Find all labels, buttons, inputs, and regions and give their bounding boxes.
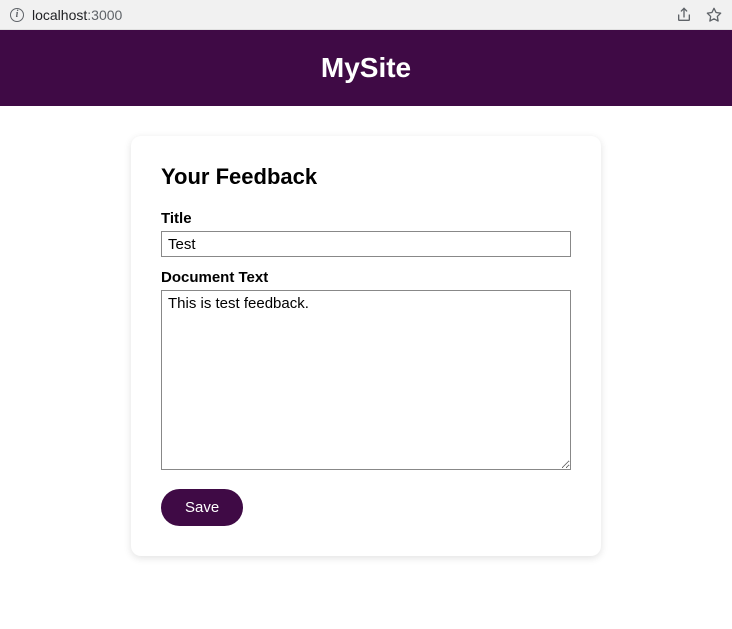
info-icon: i [10, 8, 24, 22]
site-title: MySite [321, 52, 411, 83]
address-bar-actions [676, 7, 722, 23]
browser-address-bar: i localhost:3000 [0, 0, 732, 30]
body-textarea[interactable]: This is test feedback. [161, 290, 571, 470]
title-label: Title [161, 210, 571, 227]
url-text: localhost:3000 [32, 7, 122, 23]
card-heading: Your Feedback [161, 164, 571, 190]
share-icon[interactable] [676, 7, 692, 23]
save-button[interactable]: Save [161, 489, 243, 526]
star-icon[interactable] [706, 7, 722, 23]
url-host: localhost [32, 7, 87, 23]
body-label: Document Text [161, 269, 571, 286]
title-input[interactable] [161, 231, 571, 257]
url-port: :3000 [87, 7, 122, 23]
feedback-card: Your Feedback Title Document Text This i… [131, 136, 601, 556]
page-content: Your Feedback Title Document Text This i… [0, 106, 732, 586]
url-area[interactable]: i localhost:3000 [10, 7, 676, 23]
site-header: MySite [0, 30, 732, 106]
